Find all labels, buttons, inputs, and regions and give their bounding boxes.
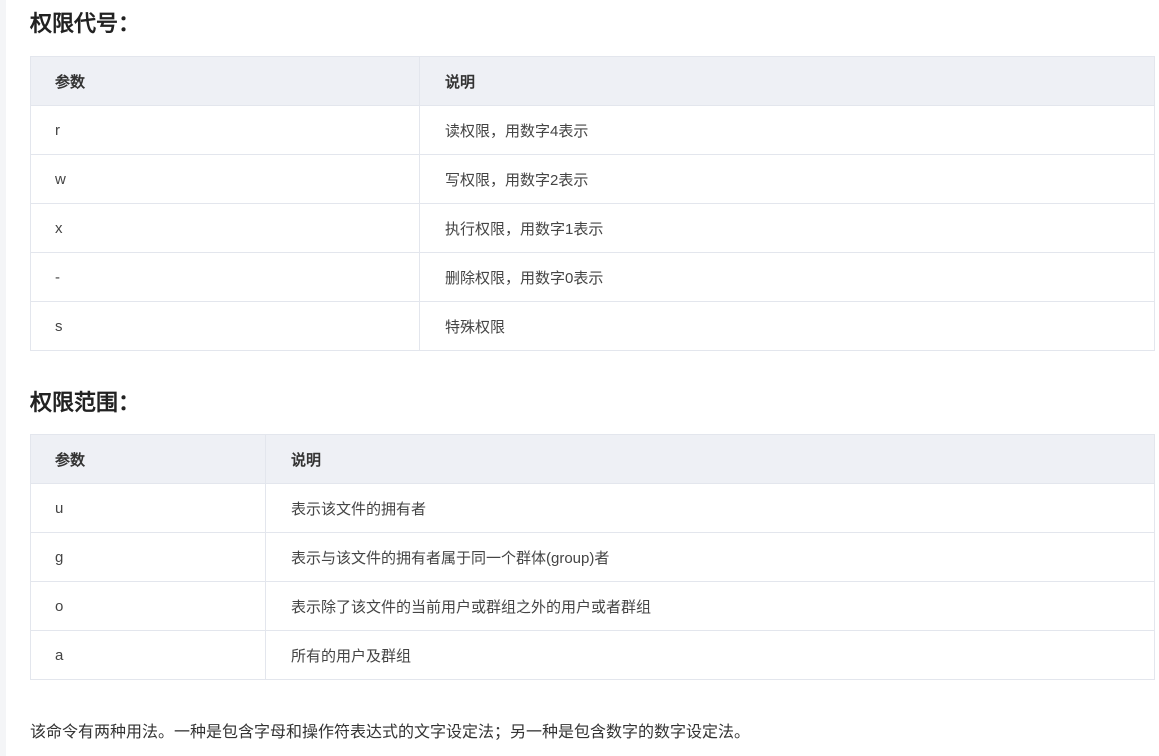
- header-param: 参数: [30, 56, 420, 106]
- param-cell: r: [30, 105, 420, 155]
- table-row: w 写权限，用数字2表示: [30, 154, 1155, 204]
- table-row: u 表示该文件的拥有者: [30, 483, 1155, 533]
- header-description: 说明: [419, 56, 1155, 106]
- description-cell: 删除权限，用数字0表示: [419, 252, 1155, 302]
- table-row: r 读权限，用数字4表示: [30, 105, 1155, 155]
- table-row: o 表示除了该文件的当前用户或群组之外的用户或者群组: [30, 581, 1155, 631]
- description-cell: 表示除了该文件的当前用户或群组之外的用户或者群组: [265, 581, 1155, 631]
- description-cell: 表示与该文件的拥有者属于同一个群体(group)者: [265, 532, 1155, 582]
- param-cell: s: [30, 301, 420, 351]
- section-heading-permission-codes: 权限代号：: [30, 11, 141, 36]
- left-gutter: [0, 0, 6, 756]
- description-cell: 所有的用户及群组: [265, 630, 1155, 680]
- permission-codes-table: 参数 说明 r 读权限，用数字4表示 w 写权限，用数字2表示 x 执行权限，用数字1…: [30, 56, 1155, 351]
- table-row: a 所有的用户及群组: [30, 630, 1155, 680]
- header-description: 说明: [265, 434, 1155, 484]
- description-cell: 特殊权限: [419, 301, 1155, 351]
- description-cell: 表示该文件的拥有者: [265, 483, 1155, 533]
- table-row: x 执行权限，用数字1表示: [30, 203, 1155, 253]
- header-param: 参数: [30, 434, 266, 484]
- param-cell: a: [30, 630, 266, 680]
- param-cell: -: [30, 252, 420, 302]
- description-cell: 执行权限，用数字1表示: [419, 203, 1155, 253]
- section-heading-permission-scope: 权限范围：: [30, 390, 141, 415]
- param-cell: u: [30, 483, 266, 533]
- param-cell: w: [30, 154, 420, 204]
- description-cell: 读权限，用数字4表示: [419, 105, 1155, 155]
- param-cell: o: [30, 581, 266, 631]
- param-cell: g: [30, 532, 266, 582]
- usage-paragraph: 该命令有两种用法。一种是包含字母和操作符表达式的文字设定法；另一种是包含数字的数…: [30, 724, 751, 741]
- table-header-row: 参数 说明: [30, 56, 1155, 106]
- table-row: s 特殊权限: [30, 301, 1155, 351]
- table-header-row: 参数 说明: [30, 434, 1155, 484]
- table-row: g 表示与该文件的拥有者属于同一个群体(group)者: [30, 532, 1155, 582]
- param-cell: x: [30, 203, 420, 253]
- description-cell: 写权限，用数字2表示: [419, 154, 1155, 204]
- permission-scope-table: 参数 说明 u 表示该文件的拥有者 g 表示与该文件的拥有者属于同一个群体(grou…: [30, 434, 1155, 680]
- table-row: - 删除权限，用数字0表示: [30, 252, 1155, 302]
